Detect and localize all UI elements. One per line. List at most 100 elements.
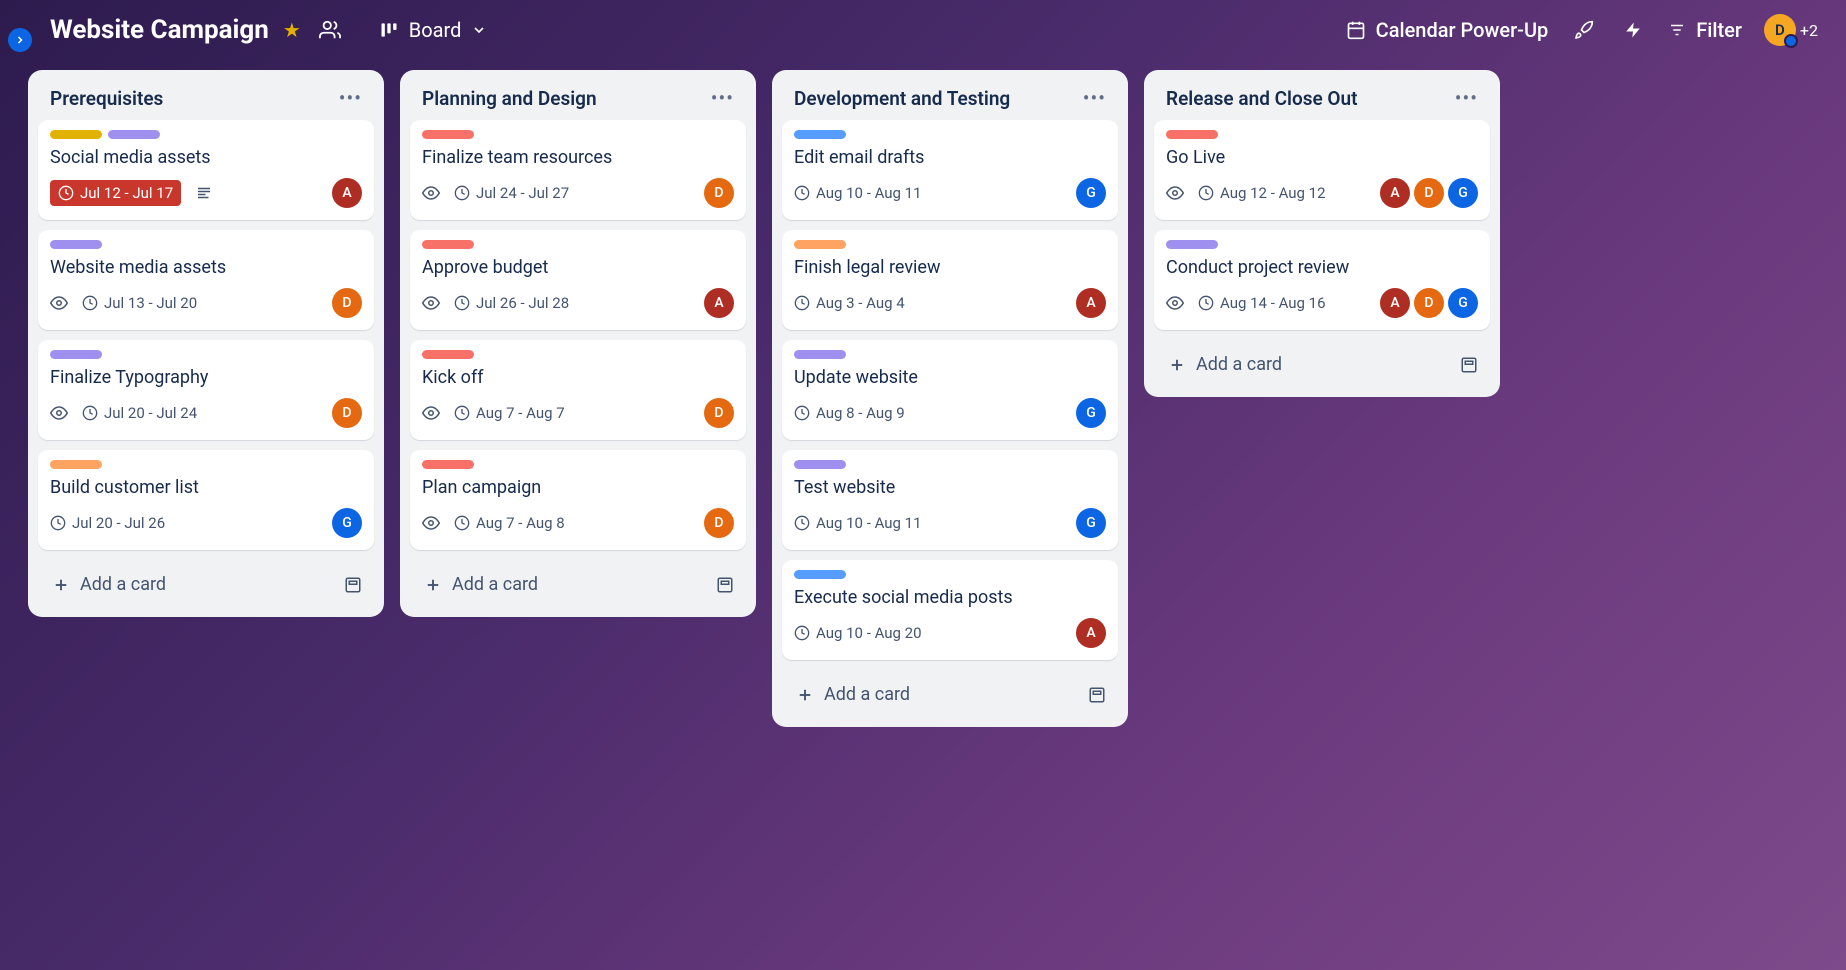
card-label-purple[interactable]: [1166, 240, 1218, 249]
card-label-yellow[interactable]: [50, 130, 102, 139]
add-card-button[interactable]: Add a card: [46, 568, 340, 601]
card-label-red[interactable]: [422, 130, 474, 139]
member-avatar[interactable]: A: [332, 178, 362, 208]
card-label-red[interactable]: [422, 460, 474, 469]
card-label-purple[interactable]: [50, 350, 102, 359]
card[interactable]: Kick offAug 7 - Aug 7D: [410, 340, 746, 440]
workspace-visible-icon[interactable]: [315, 15, 345, 45]
card[interactable]: Social media assetsJul 12 - Jul 17A: [38, 120, 374, 220]
card-labels: [422, 130, 734, 139]
member-avatar[interactable]: D: [332, 288, 362, 318]
card[interactable]: Approve budgetJul 26 - Jul 28A: [410, 230, 746, 330]
card-labels: [794, 570, 1106, 579]
card-template-icon[interactable]: [1456, 352, 1482, 378]
add-card-button[interactable]: Add a card: [1162, 348, 1456, 381]
card-footer: Aug 12 - Aug 12 ADG: [1166, 178, 1478, 208]
list-title[interactable]: Planning and Design: [422, 87, 597, 110]
member-avatar[interactable]: D: [704, 178, 734, 208]
card-title: Finalize Typography: [50, 367, 362, 388]
list-menu-icon[interactable]: •••: [1455, 86, 1478, 110]
member-count[interactable]: +2: [1800, 21, 1818, 40]
card-label-blue[interactable]: [794, 570, 846, 579]
card[interactable]: Website media assetsJul 13 - Jul 20D: [38, 230, 374, 330]
card[interactable]: Finalize team resourcesJul 24 - Jul 27D: [410, 120, 746, 220]
card-label-red[interactable]: [422, 240, 474, 249]
list-title[interactable]: Development and Testing: [794, 87, 1010, 110]
board-canvas: Prerequisites•••Social media assetsJul 1…: [0, 60, 1846, 737]
member-avatar[interactable]: D: [1414, 178, 1444, 208]
member-avatar[interactable]: G: [332, 508, 362, 538]
member-avatar[interactable]: D: [1414, 288, 1444, 318]
card-labels: [422, 460, 734, 469]
card-meta: Jul 24 - Jul 27: [422, 184, 569, 202]
member-avatar[interactable]: G: [1448, 178, 1478, 208]
member-avatar[interactable]: G: [1076, 508, 1106, 538]
member-avatar[interactable]: D: [704, 508, 734, 538]
due-date-badge: Aug 12 - Aug 12: [1198, 184, 1326, 202]
card[interactable]: Go LiveAug 12 - Aug 12ADG: [1154, 120, 1490, 220]
user-avatar[interactable]: D: [1764, 14, 1796, 46]
bolt-icon[interactable]: [1620, 17, 1646, 43]
list-title[interactable]: Release and Close Out: [1166, 87, 1358, 110]
card-title: Conduct project review: [1166, 257, 1478, 278]
star-icon[interactable]: ★: [283, 18, 301, 42]
filter-button[interactable]: Filter: [1668, 18, 1742, 42]
card-label-purple[interactable]: [108, 130, 160, 139]
chevron-down-icon: [471, 22, 487, 38]
member-avatar[interactable]: A: [1076, 288, 1106, 318]
list-menu-icon[interactable]: •••: [711, 86, 734, 110]
view-switcher[interactable]: Board: [379, 18, 488, 42]
member-avatar[interactable]: A: [1076, 618, 1106, 648]
watch-icon: [422, 184, 440, 202]
card-label-purple[interactable]: [50, 240, 102, 249]
board-title[interactable]: Website Campaign: [50, 15, 269, 45]
card-label-orange[interactable]: [50, 460, 102, 469]
card-label-purple[interactable]: [794, 460, 846, 469]
due-date-badge: Aug 14 - Aug 16: [1198, 294, 1326, 312]
list-title[interactable]: Prerequisites: [50, 87, 163, 110]
due-date-text: Jul 24 - Jul 27: [476, 184, 569, 202]
card-template-icon[interactable]: [1084, 682, 1110, 708]
list-menu-icon[interactable]: •••: [1083, 86, 1106, 110]
member-avatar[interactable]: G: [1076, 178, 1106, 208]
card-members: D: [332, 398, 362, 428]
due-date-badge: Jul 13 - Jul 20: [82, 294, 197, 312]
card-meta: Aug 7 - Aug 8: [422, 514, 565, 532]
card-label-blue[interactable]: [794, 130, 846, 139]
add-card-label: Add a card: [824, 684, 910, 705]
card[interactable]: Finalize TypographyJul 20 - Jul 24D: [38, 340, 374, 440]
card[interactable]: Update websiteAug 8 - Aug 9G: [782, 340, 1118, 440]
card[interactable]: Edit email draftsAug 10 - Aug 11G: [782, 120, 1118, 220]
card-label-purple[interactable]: [794, 350, 846, 359]
due-date-badge: Jul 12 - Jul 17: [50, 180, 181, 206]
card-template-icon[interactable]: [340, 572, 366, 598]
card[interactable]: Finish legal reviewAug 3 - Aug 4A: [782, 230, 1118, 330]
card-label-red[interactable]: [422, 350, 474, 359]
member-avatar[interactable]: G: [1076, 398, 1106, 428]
rocket-icon[interactable]: [1570, 16, 1598, 44]
member-avatar[interactable]: A: [704, 288, 734, 318]
member-avatar[interactable]: D: [704, 398, 734, 428]
card-label-red[interactable]: [1166, 130, 1218, 139]
member-avatar[interactable]: A: [1380, 178, 1410, 208]
card-label-orange[interactable]: [794, 240, 846, 249]
card-template-icon[interactable]: [712, 572, 738, 598]
card[interactable]: Build customer listJul 20 - Jul 26G: [38, 450, 374, 550]
card-members: D: [704, 508, 734, 538]
member-avatar[interactable]: D: [332, 398, 362, 428]
add-card-button[interactable]: Add a card: [418, 568, 712, 601]
card[interactable]: Test websiteAug 10 - Aug 11G: [782, 450, 1118, 550]
member-avatar[interactable]: A: [1380, 288, 1410, 318]
sidebar-expand-button[interactable]: [8, 28, 32, 52]
list-menu-icon[interactable]: •••: [339, 86, 362, 110]
card[interactable]: Conduct project review Aug 14 - Aug 16 ADG: [1154, 230, 1490, 330]
add-card-button[interactable]: Add a card: [790, 678, 1084, 711]
card[interactable]: Execute social media postsAug 10 - Aug 2…: [782, 560, 1118, 660]
card[interactable]: Plan campaign Aug 7 - Aug 8 D: [410, 450, 746, 550]
calendar-powerup-button[interactable]: Calendar Power-Up: [1346, 18, 1549, 42]
due-date-text: Jul 12 - Jul 17: [80, 184, 173, 202]
card-footer: Aug 10 - Aug 11G: [794, 508, 1106, 538]
powerup-label: Calendar Power-Up: [1376, 18, 1549, 42]
member-avatar[interactable]: G: [1448, 288, 1478, 318]
card-title: Plan campaign: [422, 477, 734, 498]
